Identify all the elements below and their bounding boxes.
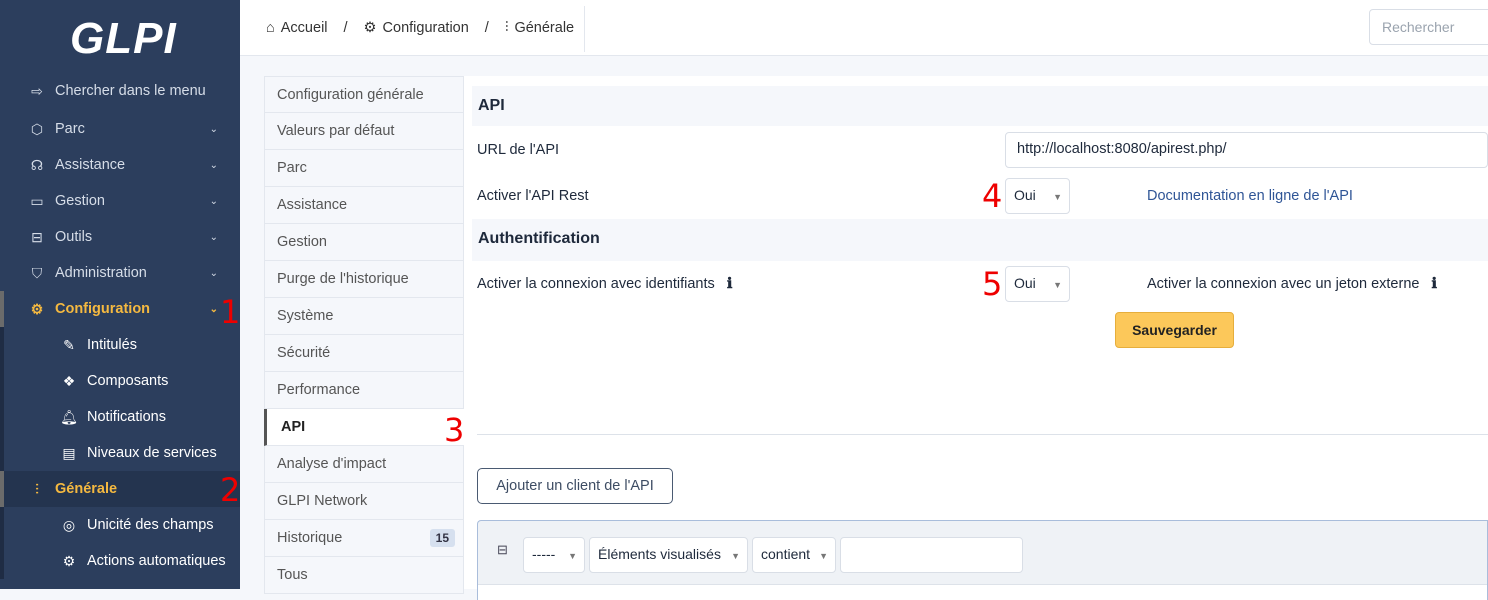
sidebar-sub-notifications[interactable]: 🔔︎ Notifications: [0, 399, 240, 435]
bell-icon: 🔔︎: [60, 408, 78, 425]
add-api-client-button[interactable]: Ajouter un client de l'API: [477, 468, 673, 504]
operator-select[interactable]: contient ▼: [752, 537, 836, 573]
tab-performance[interactable]: Performance: [264, 372, 464, 409]
tab-api[interactable]: API: [264, 409, 464, 446]
sidebar-item-administration[interactable]: ⛉ Administration ⌄: [0, 255, 240, 291]
fingerprint-icon: ◎: [62, 516, 76, 533]
clipboard-icon: ▤: [62, 444, 76, 461]
briefcase-icon: ⊟: [31, 228, 43, 245]
gear-icon: ⚙: [62, 552, 76, 569]
filter-value-input[interactable]: [840, 537, 1023, 573]
sidebar-sub-niveaux[interactable]: ▤ Niveaux de services: [0, 435, 240, 471]
annotation-5: 5: [982, 265, 1003, 303]
sidebar-item-assistance[interactable]: ☊ Assistance ⌄: [0, 147, 240, 183]
chevron-down-icon: ⌄: [209, 303, 218, 315]
api-url-input[interactable]: http://localhost:8080/apirest.php/: [1005, 132, 1488, 168]
tab-parc[interactable]: Parc: [264, 150, 464, 187]
glpi-logo[interactable]: GLPI: [70, 14, 177, 64]
components-icon: ❖: [62, 372, 76, 389]
caret-down-icon: ▼: [731, 551, 740, 561]
info-icon[interactable]: ℹ: [727, 276, 733, 292]
save-button[interactable]: Sauvegarder: [1115, 312, 1234, 348]
shield-icon: ⛉: [31, 264, 43, 281]
search-input[interactable]: Rechercher: [1369, 9, 1488, 45]
tab-purge[interactable]: Purge de l'historique: [264, 261, 464, 298]
field-select-2[interactable]: Éléments visualisés ▼: [589, 537, 748, 573]
wallet-icon: ▭: [30, 192, 44, 209]
api-doc-link[interactable]: Documentation en ligne de l'API: [1147, 188, 1353, 204]
url-label: URL de l'API: [477, 142, 560, 158]
chevron-down-icon: ⌄: [209, 123, 218, 135]
caret-down-icon: ▼: [819, 551, 828, 561]
divider: [477, 434, 1488, 435]
tab-glpi-network[interactable]: GLPI Network: [264, 483, 464, 520]
caret-down-icon: ▼: [1053, 280, 1062, 290]
sliders-icon: ⫶: [35, 480, 39, 497]
tab-securite[interactable]: Sécurité: [264, 335, 464, 372]
rest-label: Activer l'API Rest: [477, 188, 589, 204]
sidebar-item-outils[interactable]: ⊟ Outils ⌄: [0, 219, 240, 255]
caret-down-icon: ▼: [568, 551, 577, 561]
gear-icon: ⚙: [30, 300, 44, 317]
tab-gestion[interactable]: Gestion: [264, 224, 464, 261]
tabs: Configuration générale Valeurs par défau…: [264, 76, 464, 594]
section-title-api: API: [472, 86, 1488, 126]
tab-systeme[interactable]: Système: [264, 298, 464, 335]
breadcrumb-generale[interactable]: Générale: [514, 20, 574, 36]
gear-icon: ⚙: [363, 19, 377, 36]
field-select-1[interactable]: ----- ▼: [523, 537, 585, 573]
collapse-icon[interactable]: ⊟: [497, 542, 508, 558]
box-icon: ⬡: [30, 120, 44, 137]
header: ⌂ Accueil / ⚙ Configuration / ⫶ Générale Re…: [240, 0, 1488, 56]
info-icon[interactable]: ℹ: [1431, 276, 1437, 292]
caret-down-icon: ▼: [1053, 192, 1062, 202]
login-label: Activer la connexion avec identifiants ℹ: [477, 276, 733, 292]
breadcrumb: ⌂ Accueil / ⚙ Configuration / ⫶ Générale: [266, 19, 575, 36]
chevron-down-icon: ⌄: [209, 159, 218, 171]
rest-select[interactable]: Oui ▼: [1005, 178, 1070, 214]
sidebar-item-parc[interactable]: ⬡ Parc ⌄: [0, 111, 240, 147]
sliders-icon: ⫶: [504, 19, 509, 36]
home-icon: ⌂: [266, 19, 275, 36]
annotation-4: 4: [982, 177, 1003, 215]
headset-icon: ☊: [30, 156, 44, 173]
breadcrumb-configuration[interactable]: Configuration: [383, 20, 469, 36]
chevron-down-icon: ⌄: [209, 195, 218, 207]
annotation-1: 1: [220, 293, 241, 331]
section-title-auth: Authentification: [472, 219, 1488, 261]
breadcrumb-accueil[interactable]: Accueil: [281, 20, 328, 36]
divider: [584, 6, 585, 52]
tab-historique[interactable]: Historique 15: [264, 520, 464, 557]
menu-search[interactable]: ⇨ Chercher dans le menu: [0, 73, 240, 109]
sidebar-sub-unicite[interactable]: ◎ Unicité des champs: [0, 507, 240, 543]
tab-analyse-impact[interactable]: Analyse d'impact: [264, 446, 464, 483]
sidebar-sub-composants[interactable]: ❖ Composants: [0, 363, 240, 399]
sidebar-sub-actions[interactable]: ⚙ Actions automatiques: [0, 543, 240, 579]
search-filter: ⊟ ----- ▼ Éléments visualisés ▼ contient ▼: [477, 520, 1488, 600]
tab-configuration-generale[interactable]: Configuration générale: [264, 76, 464, 113]
sidebar-sub-generale[interactable]: ⫶ Générale: [0, 471, 240, 507]
sidebar-sub-intitules[interactable]: ✎ Intitulés: [0, 327, 240, 363]
count-badge: 15: [429, 529, 455, 547]
tab-assistance[interactable]: Assistance: [264, 187, 464, 224]
annotation-3: 3: [444, 411, 465, 449]
api-panel: API URL de l'API http://localhost:8080/a…: [464, 76, 1488, 600]
tab-valeurs-defaut[interactable]: Valeurs par défaut: [264, 113, 464, 150]
tab-tous[interactable]: Tous: [264, 557, 464, 594]
chevron-down-icon: ⌄: [209, 267, 218, 279]
sidebar-item-configuration[interactable]: ⚙ Configuration ⌄: [0, 291, 240, 327]
annotation-2: 2: [220, 471, 241, 509]
sidebar-item-gestion[interactable]: ▭ Gestion ⌄: [0, 183, 240, 219]
edit-icon: ✎: [63, 336, 75, 353]
arrow-right-icon: ⇨: [31, 82, 43, 99]
login-select[interactable]: Oui ▼: [1005, 266, 1070, 302]
sidebar: GLPI ⇨ Chercher dans le menu ⬡ Parc ⌄ ☊ Assi…: [0, 0, 240, 589]
chevron-down-icon: ⌄: [209, 231, 218, 243]
token-label: Activer la connexion avec un jeton exter…: [1147, 276, 1437, 292]
